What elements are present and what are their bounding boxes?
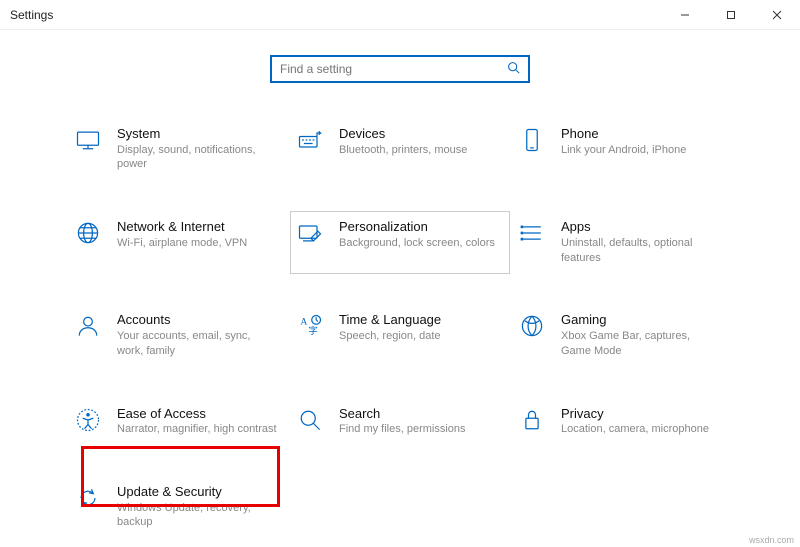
tile-apps[interactable]: Apps Uninstall, defaults, optional featu… [512,211,732,274]
tile-label: Network & Internet [117,218,247,236]
tile-phone[interactable]: Phone Link your Android, iPhone [512,118,732,181]
titlebar: Settings [0,0,800,30]
tile-time-language[interactable]: A字 Time & Language Speech, region, date [290,304,510,367]
window-title: Settings [10,8,53,22]
tile-desc: Location, camera, microphone [561,422,709,437]
tile-desc: Narrator, magnifier, high contrast [117,422,277,437]
settings-grid: System Display, sound, notifications, po… [0,118,800,539]
maximize-button[interactable] [708,0,754,29]
tile-search[interactable]: Search Find my files, permissions [290,398,510,446]
search-container [0,55,800,83]
watermark: wsxdn.com [749,535,794,545]
tile-desc: Find my files, permissions [339,422,466,437]
time-language-icon: A字 [293,309,327,343]
svg-text:字: 字 [308,325,318,337]
tile-network[interactable]: Network & Internet Wi-Fi, airplane mode,… [68,211,288,274]
tile-desc: Windows Update, recovery, backup [117,501,277,531]
tile-label: Time & Language [339,311,441,329]
tile-desc: Speech, region, date [339,329,441,344]
tile-label: Privacy [561,405,709,423]
tile-label: Personalization [339,218,495,236]
update-icon [71,481,105,515]
gaming-icon [515,309,549,343]
close-button[interactable] [754,0,800,29]
tile-label: Phone [561,125,686,143]
tile-desc: Link your Android, iPhone [561,143,686,158]
tile-label: Gaming [561,311,721,329]
tile-label: Accounts [117,311,277,329]
tile-desc: Wi-Fi, airplane mode, VPN [117,236,247,251]
tile-desc: Xbox Game Bar, captures, Game Mode [561,329,721,359]
person-icon [71,309,105,343]
tile-label: Search [339,405,466,423]
search-box[interactable] [270,55,530,83]
tile-label: System [117,125,277,143]
tile-personalization[interactable]: Personalization Background, lock screen,… [290,211,510,274]
globe-icon [71,216,105,250]
lock-icon [515,403,549,437]
svg-text:A: A [300,317,307,328]
tile-label: Devices [339,125,467,143]
search-input[interactable] [280,62,507,76]
window-controls [662,0,800,29]
apps-icon [515,216,549,250]
tile-gaming[interactable]: Gaming Xbox Game Bar, captures, Game Mod… [512,304,732,367]
tile-devices[interactable]: Devices Bluetooth, printers, mouse [290,118,510,181]
tile-accounts[interactable]: Accounts Your accounts, email, sync, wor… [68,304,288,367]
search-icon [293,403,327,437]
phone-icon [515,123,549,157]
tile-label: Ease of Access [117,405,277,423]
content-area: System Display, sound, notifications, po… [0,30,800,539]
accessibility-icon [71,403,105,437]
minimize-button[interactable] [662,0,708,29]
tile-ease-of-access[interactable]: Ease of Access Narrator, magnifier, high… [68,398,288,446]
search-icon [507,61,520,77]
tile-label: Apps [561,218,721,236]
monitor-icon [71,123,105,157]
tile-desc: Your accounts, email, sync, work, family [117,329,277,359]
tile-desc: Uninstall, defaults, optional features [561,236,721,266]
tile-desc: Display, sound, notifications, power [117,143,277,173]
tile-update-security[interactable]: Update & Security Windows Update, recove… [68,476,288,539]
tile-label: Update & Security [117,483,277,501]
tile-system[interactable]: System Display, sound, notifications, po… [68,118,288,181]
personalization-icon [293,216,327,250]
tile-desc: Background, lock screen, colors [339,236,495,251]
keyboard-icon [293,123,327,157]
tile-privacy[interactable]: Privacy Location, camera, microphone [512,398,732,446]
tile-desc: Bluetooth, printers, mouse [339,143,467,158]
